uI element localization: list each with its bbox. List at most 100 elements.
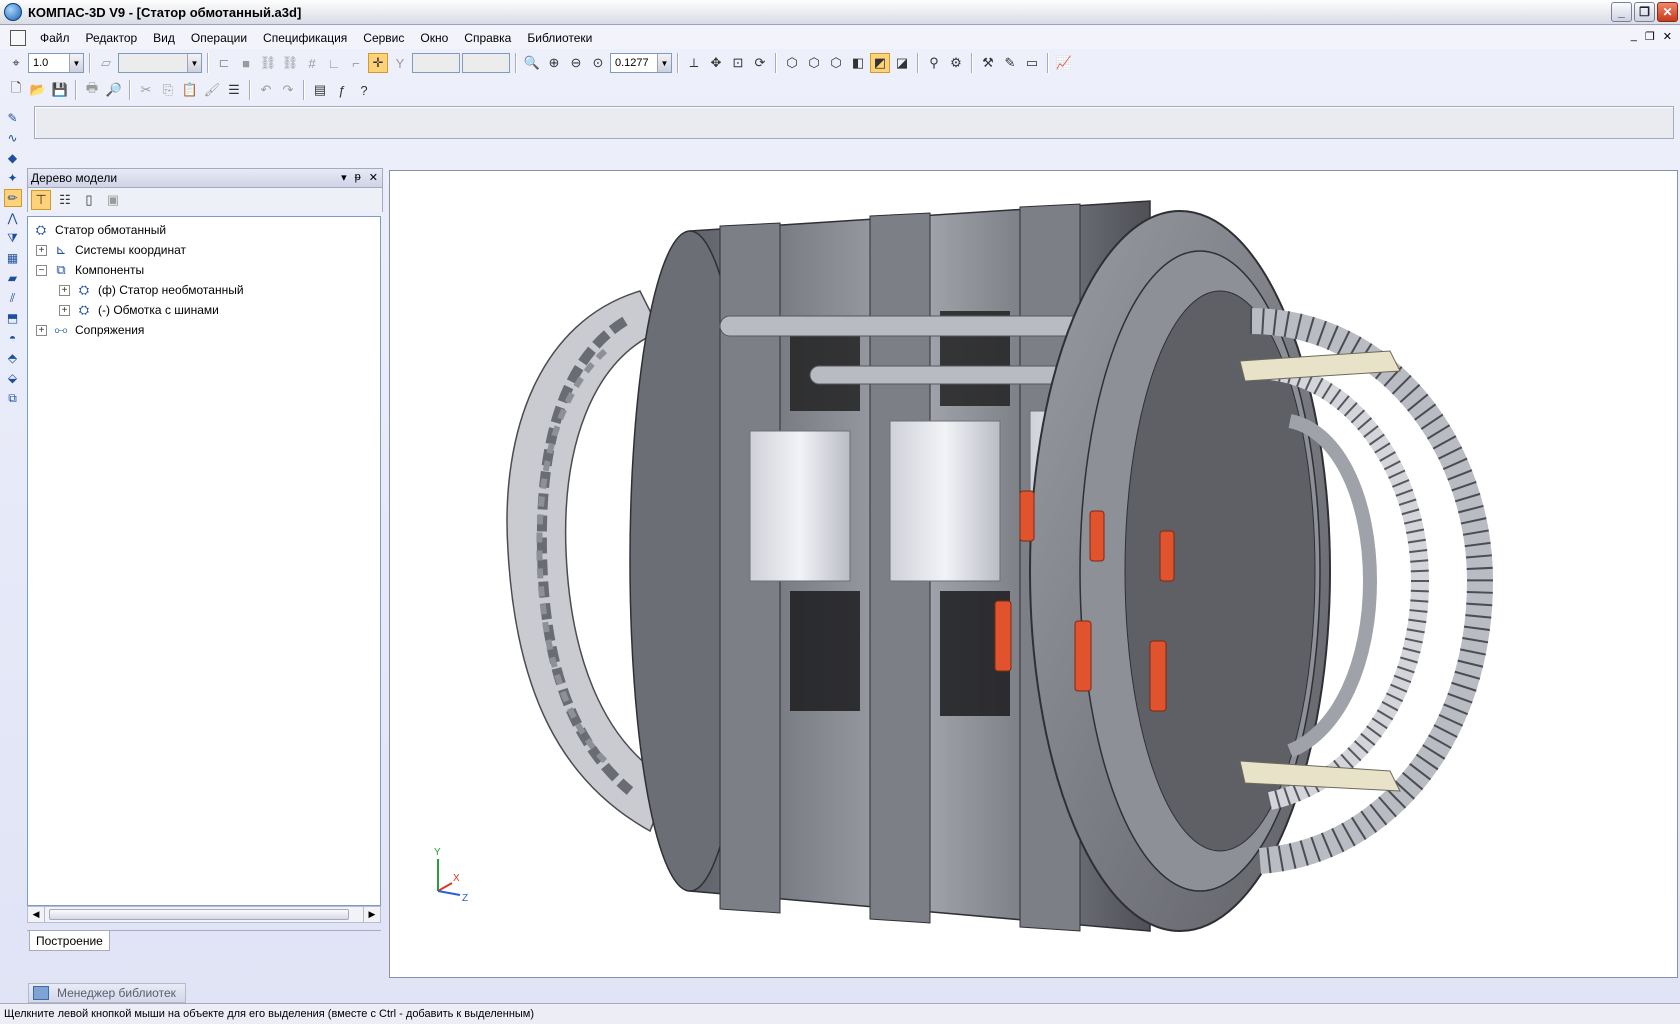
surfaces-icon[interactable]: ◆: [4, 149, 22, 167]
menu-window[interactable]: Окно: [412, 31, 456, 45]
tree-order-icon[interactable]: ⊤: [31, 190, 51, 210]
scroll-right-icon[interactable]: ▶: [363, 907, 380, 922]
shell-icon[interactable]: ⬙: [4, 369, 22, 387]
tree-item-winding[interactable]: + ⛭ (-) Обмотка с шинами: [59, 301, 219, 319]
doc-minimize-button[interactable]: _: [1631, 30, 1637, 43]
menu-editor[interactable]: Редактор: [78, 31, 146, 45]
model-viewport[interactable]: Y X Z: [389, 170, 1678, 978]
tab-construction[interactable]: Построение: [29, 931, 110, 951]
tree-properties-icon[interactable]: ▯: [79, 190, 99, 210]
zoom-fit-icon[interactable]: ⊡: [728, 53, 748, 73]
assembly-ops-icon[interactable]: ⧉: [4, 389, 22, 407]
menu-help[interactable]: Справка: [456, 31, 519, 45]
expand-toggle[interactable]: +: [59, 284, 70, 296]
chevron-down-icon[interactable]: ▼: [69, 54, 83, 72]
chevron-down-icon[interactable]: ▼: [187, 54, 201, 72]
zoom-in-icon[interactable]: ⊕: [544, 53, 564, 73]
expand-toggle[interactable]: +: [36, 324, 47, 336]
new-document-icon[interactable]: 🗋: [6, 80, 26, 100]
expand-toggle[interactable]: +: [36, 244, 47, 256]
halftone-icon[interactable]: ◧: [848, 53, 868, 73]
report-icon[interactable]: 📈: [1054, 53, 1074, 73]
menu-file[interactable]: Файл: [32, 31, 78, 45]
measure-icon[interactable]: ⚲: [924, 53, 944, 73]
edit-ops-icon[interactable]: ✎: [4, 109, 22, 127]
coord-y-field[interactable]: [462, 53, 510, 73]
help-pointer-icon[interactable]: ?: [354, 80, 374, 100]
wireframe-icon[interactable]: ⬡: [782, 53, 802, 73]
hidden-lines-icon[interactable]: ⬡: [804, 53, 824, 73]
aux-geometry-icon[interactable]: ✦: [4, 169, 22, 187]
doc-restore-button[interactable]: ❐: [1645, 30, 1655, 43]
sheet-metal-icon[interactable]: ▰: [4, 269, 22, 287]
pan-icon[interactable]: ✥: [706, 53, 726, 73]
document-icon[interactable]: [10, 29, 26, 46]
perspective-icon[interactable]: ◪: [892, 53, 912, 73]
zoom-combo[interactable]: 0.1277 ▼: [610, 53, 672, 73]
menu-view[interactable]: Вид: [145, 31, 183, 45]
sketch-icon[interactable]: ⊏: [214, 53, 234, 73]
menu-libraries[interactable]: Библиотеки: [519, 31, 600, 45]
cursor-coords-icon[interactable]: Y: [390, 53, 410, 73]
collapse-toggle[interactable]: −: [36, 264, 47, 276]
save-icon[interactable]: 💾: [50, 80, 70, 100]
open-icon[interactable]: 📂: [28, 80, 48, 100]
redo-icon[interactable]: ↷: [278, 80, 298, 100]
tree-window-icon[interactable]: ▣: [103, 190, 123, 210]
layer-combo[interactable]: ▼: [118, 53, 202, 73]
undo-icon[interactable]: ↶: [256, 80, 276, 100]
coord-x-field[interactable]: [412, 53, 460, 73]
format-icon[interactable]: 🖌: [202, 80, 222, 100]
grid-icon[interactable]: #: [302, 53, 322, 73]
zoom-window-icon[interactable]: 🔍: [522, 53, 542, 73]
paste-icon[interactable]: 📋: [180, 80, 200, 100]
panel-menu-icon[interactable]: ▾: [341, 171, 347, 184]
revolve-icon[interactable]: ◓: [4, 329, 22, 347]
panel-close-icon[interactable]: ✕: [369, 171, 378, 184]
halftone-edges-icon[interactable]: ◩: [870, 53, 890, 73]
thin-hidden-icon[interactable]: ⬡: [826, 53, 846, 73]
snap-toggle-icon[interactable]: ✛: [368, 53, 388, 73]
zoom-scale-icon[interactable]: ⊙: [588, 53, 608, 73]
minimize-button[interactable]: _: [1611, 2, 1632, 22]
tools-icon[interactable]: ⚒: [978, 53, 998, 73]
library-manager-tab[interactable]: Менеджер библиотек: [28, 983, 186, 1003]
unlink-icon[interactable]: ⛓: [280, 53, 300, 73]
scroll-left-icon[interactable]: ◀: [28, 907, 45, 922]
tree-item-mates[interactable]: + ⧟ Сопряжения: [36, 321, 144, 339]
mass-props-icon[interactable]: ⚙: [946, 53, 966, 73]
menu-service[interactable]: Сервис: [355, 31, 412, 45]
pin-icon[interactable]: ᵽ: [355, 171, 361, 184]
step-combo[interactable]: 1.0 ▼: [28, 53, 84, 73]
orientation-icon[interactable]: ⟂: [684, 53, 704, 73]
rotate-icon[interactable]: ⟳: [750, 53, 770, 73]
edit-icon[interactable]: ✎: [1000, 53, 1020, 73]
tree-structure-icon[interactable]: ☷: [55, 190, 75, 210]
scroll-thumb[interactable]: [49, 909, 349, 920]
extrude-icon[interactable]: ⬒: [4, 309, 22, 327]
preview-icon[interactable]: 🔎: [104, 80, 124, 100]
close-button[interactable]: ✕: [1657, 2, 1678, 22]
tree-item-root[interactable]: ⛭ Статор обмотанный: [32, 221, 166, 239]
filters-icon[interactable]: ⧩: [4, 229, 22, 247]
loft-icon[interactable]: ⬘: [4, 349, 22, 367]
solid-icon[interactable]: ■: [236, 53, 256, 73]
link-icon[interactable]: ⛓: [258, 53, 278, 73]
tree-horizontal-scrollbar[interactable]: ◀ ▶: [27, 906, 381, 923]
print-icon[interactable]: 🖶: [82, 80, 102, 100]
layer-icon[interactable]: ▱: [96, 53, 116, 73]
menu-specification[interactable]: Спецификация: [255, 31, 355, 45]
local-cs-icon[interactable]: ⌐: [346, 53, 366, 73]
tree-item-stator-unwound[interactable]: + ⛭ (ф) Статор необмотанный: [59, 281, 244, 299]
manager-icon[interactable]: ▤: [310, 80, 330, 100]
tree-item-coordinate-systems[interactable]: + ⊾ Системы координат: [36, 241, 186, 259]
restore-button[interactable]: ❐: [1634, 2, 1655, 22]
planes-icon[interactable]: ⫽: [4, 289, 22, 307]
part-ops-icon[interactable]: ✏: [3, 189, 22, 207]
zoom-out-icon[interactable]: ⊖: [566, 53, 586, 73]
spec-icon[interactable]: ▦: [4, 249, 22, 267]
display-icon[interactable]: ▭: [1022, 53, 1042, 73]
doc-close-button[interactable]: ✕: [1663, 30, 1672, 43]
ortho-icon[interactable]: ∟: [324, 53, 344, 73]
spatial-curves-icon[interactable]: ∿: [4, 129, 22, 147]
